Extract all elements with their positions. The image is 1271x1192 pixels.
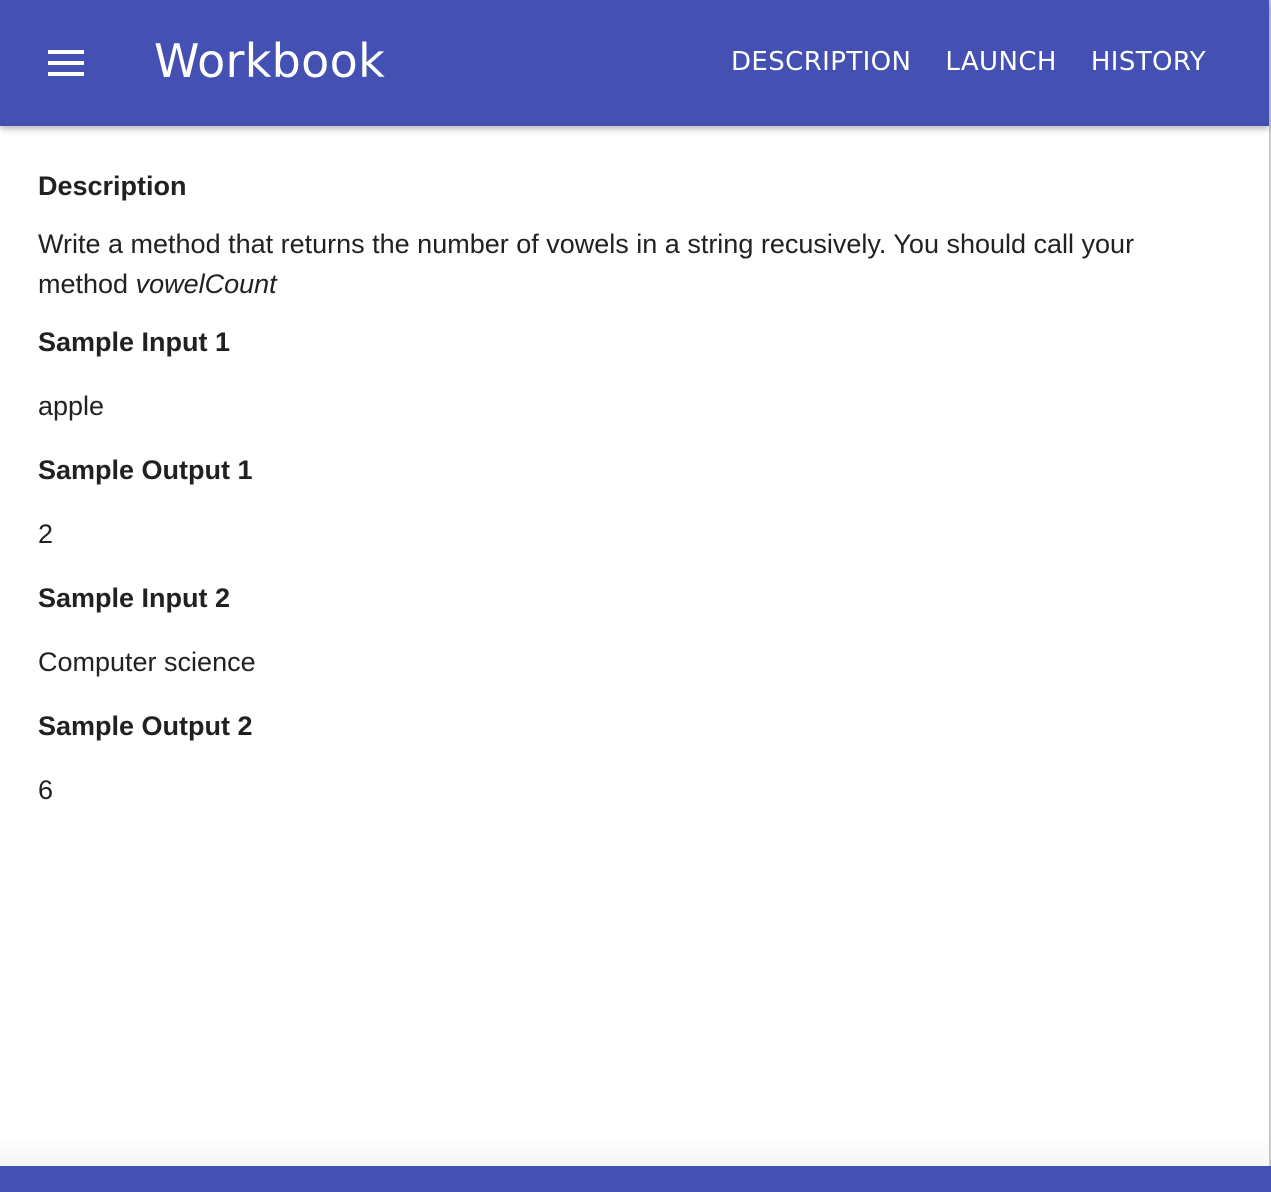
top-nav: DESCRIPTION LAUNCH HISTORY bbox=[697, 40, 1206, 84]
sample-output-1-heading: Sample Output 1 bbox=[38, 455, 253, 485]
method-name: vowelCount bbox=[135, 269, 277, 299]
sample-output-1-value: 2 bbox=[38, 519, 54, 549]
menu-button[interactable] bbox=[36, 37, 96, 89]
sample-input-1-heading: Sample Input 1 bbox=[38, 327, 231, 357]
sample-input-1-value: apple bbox=[38, 391, 105, 421]
bottom-shadow bbox=[0, 1136, 1269, 1166]
page: Workbook DESCRIPTION LAUNCH HISTORY Desc… bbox=[0, 0, 1271, 1192]
sample-input-2-heading: Sample Input 2 bbox=[38, 583, 231, 613]
app-title: Workbook bbox=[154, 34, 386, 88]
nav-history[interactable]: HISTORY bbox=[1091, 47, 1206, 77]
description-text: Write a method that returns the number o… bbox=[38, 224, 1198, 304]
problem-content: Description Write a method that returns … bbox=[38, 160, 1198, 828]
hamburger-menu-icon bbox=[48, 50, 84, 76]
app-bar: Workbook DESCRIPTION LAUNCH HISTORY bbox=[0, 0, 1269, 126]
nav-description[interactable]: DESCRIPTION bbox=[731, 47, 911, 77]
description-heading: Description bbox=[38, 171, 187, 201]
bottom-bar bbox=[0, 1166, 1271, 1192]
sample-output-2-value: 6 bbox=[38, 775, 54, 805]
sample-output-2-heading: Sample Output 2 bbox=[38, 711, 253, 741]
nav-launch[interactable]: LAUNCH bbox=[945, 47, 1056, 77]
sample-input-2-value: Computer science bbox=[38, 647, 256, 677]
